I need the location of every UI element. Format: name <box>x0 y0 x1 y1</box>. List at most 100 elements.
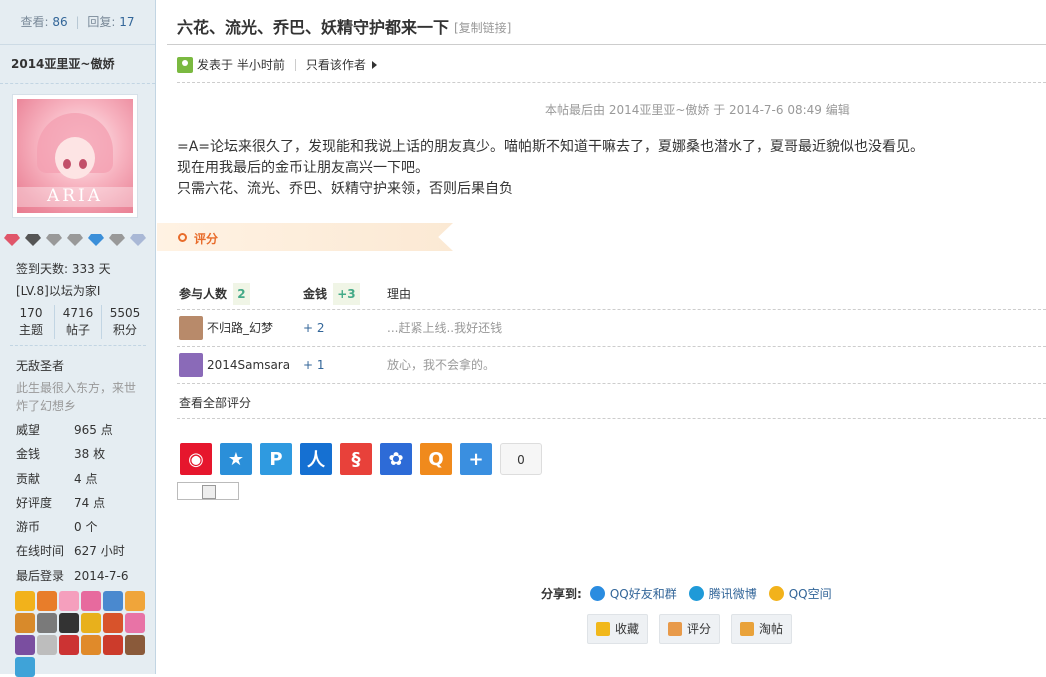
medal-icon[interactable] <box>125 591 145 611</box>
property-value: 38 枚 <box>74 447 106 462</box>
property-value: 2014-7-6 <box>74 568 129 583</box>
meta-divider-line <box>177 82 1046 83</box>
title-divider <box>167 44 1046 45</box>
user-property: 贡献 4 点 <box>16 467 146 491</box>
avatar-caption: ARIA <box>46 186 104 206</box>
user-property: 金钱 38 枚 <box>16 442 146 466</box>
online-user-icon <box>177 57 193 73</box>
baidu-share-icon[interactable]: ✿ <box>380 443 412 475</box>
stat-label: 帖子 <box>65 323 90 337</box>
checkin-days: 签到天数: 333 天 <box>16 262 111 276</box>
rating-reason: 放心，我不会拿的。 <box>387 358 496 372</box>
user-level[interactable]: [LV.8]以坛为家I <box>16 280 146 302</box>
action-label: 评分 <box>687 622 712 636</box>
rating-title: 评分 <box>194 232 219 246</box>
level-gems <box>4 233 146 247</box>
stat-label: 积分 <box>112 323 137 337</box>
medal-icon[interactable] <box>103 635 123 655</box>
rating-points: + 1 <box>303 358 325 372</box>
medal-icon[interactable] <box>15 635 35 655</box>
money-header: 金钱 +3 <box>303 283 360 305</box>
diamond-icon <box>67 234 83 246</box>
stat-value: 170 <box>19 306 43 320</box>
share-tencent-weibo[interactable]: 腾讯微博 <box>688 585 757 602</box>
post-meta: 发表于 半小时前 只看该作者 <box>177 56 377 74</box>
property-key: 游币 <box>16 520 41 535</box>
qzone-icon <box>768 586 784 601</box>
medal-icon[interactable] <box>15 591 35 611</box>
medal-icon[interactable] <box>37 635 57 655</box>
action-label: 淘帖 <box>759 622 784 636</box>
medal-icon[interactable] <box>15 613 35 633</box>
rater-avatar <box>179 316 203 340</box>
tencent-weibo-share-icon[interactable]: P <box>260 443 292 475</box>
medal-icon[interactable] <box>59 613 79 633</box>
diamond-icon <box>109 234 125 246</box>
property-value: 965 点 <box>74 423 113 437</box>
only-author-link[interactable]: 只看该作者 <box>306 56 366 74</box>
rating-row: 不归路_幻梦 + 2 ...赶紧上线..我好还钱 <box>177 314 1046 342</box>
medal-icon[interactable] <box>81 635 101 655</box>
share-qzone[interactable]: QQ空间 <box>768 585 832 602</box>
copy-link[interactable]: [复制链接] <box>454 19 511 36</box>
qq-bookmark-share-icon[interactable]: Q <box>420 443 452 475</box>
rating-circle-icon <box>178 233 187 242</box>
property-key: 金钱 <box>16 447 41 462</box>
medal-icon[interactable] <box>125 635 145 655</box>
medal-icon[interactable] <box>15 657 35 677</box>
author-avatar[interactable]: ARIA <box>12 94 138 218</box>
user-property: 好评度 74 点 <box>16 491 146 515</box>
rate-button[interactable]: 评分 <box>659 614 721 644</box>
sidebar-divider <box>10 345 146 346</box>
stat-posts[interactable]: 4716 帖子 <box>54 305 101 339</box>
medal-icon[interactable] <box>81 613 101 633</box>
diamond-icon <box>25 234 41 246</box>
post-line: 只需六花、流光、乔巴、妖精守护来领，否则后果自负 <box>177 181 513 197</box>
property-key: 好评度 <box>16 495 53 510</box>
favorite-button[interactable]: 收藏 <box>587 614 649 644</box>
author-name[interactable]: 2014亚里亚~傲娇 <box>0 45 155 84</box>
participants-count: 2 <box>233 283 250 305</box>
avatar-image: ARIA <box>17 99 133 213</box>
kaixin-share-icon[interactable]: § <box>340 443 372 475</box>
edit-notice: 本帖最后由 2014亚里亚~傲娇 于 2014-7-6 08:49 编辑 <box>545 103 850 117</box>
meta-divider <box>294 59 296 71</box>
medal-icon[interactable] <box>125 613 145 633</box>
view-all-ratings-link[interactable]: 查看全部评分 <box>179 394 251 411</box>
stat-topics[interactable]: 170 主题 <box>8 305 54 339</box>
user-property: 威望 965 点 <box>16 418 146 442</box>
rater[interactable]: 不归路_幻梦 <box>179 314 273 342</box>
views-label: 查看: <box>20 15 49 29</box>
more-share-icon[interactable]: + <box>460 443 492 475</box>
medal-icon[interactable] <box>103 591 123 611</box>
stat-label: 主题 <box>18 323 43 337</box>
star-icon <box>596 622 610 636</box>
rating-divider <box>177 418 1046 419</box>
medal-icon[interactable] <box>81 591 101 611</box>
user-property: 最后登录 2014-7-6 <box>16 564 146 588</box>
rater[interactable]: 2014Samsara <box>179 351 290 379</box>
views-count: 86 <box>52 15 68 29</box>
share-target-label: 腾讯微博 <box>708 587 757 601</box>
topic-title: 六花、流光、乔巴、妖精守护都来一下 <box>177 18 450 37</box>
weibo-share-icon[interactable]: ◉ <box>180 443 212 475</box>
medal-icon[interactable] <box>59 635 79 655</box>
property-value: 627 小时 <box>74 544 125 559</box>
medal-icon[interactable] <box>37 591 57 611</box>
stat-points[interactable]: 5505 积分 <box>101 305 148 339</box>
rating-header: 参与人数 2 金钱 +3 理由 <box>177 283 1046 305</box>
rating-divider <box>177 309 1046 310</box>
renren-share-icon[interactable]: 人 <box>300 443 332 475</box>
medal-icon[interactable] <box>37 613 57 633</box>
property-key: 威望 <box>16 423 41 437</box>
post-line: 现在用我最后的金币让朋友高兴一下吧。 <box>177 160 429 176</box>
tao-post-button[interactable]: 淘帖 <box>731 614 793 644</box>
participants-label: 参与人数 <box>179 287 228 301</box>
property-value: 0 个 <box>74 520 98 535</box>
share-qq-friends[interactable]: QQ好友和群 <box>589 585 677 602</box>
thumb-up-icon <box>668 622 683 636</box>
qzone-share-icon[interactable]: ★ <box>220 443 252 475</box>
medal-icon[interactable] <box>103 613 123 633</box>
medal-icon[interactable] <box>59 591 79 611</box>
qq-icon <box>589 586 605 601</box>
